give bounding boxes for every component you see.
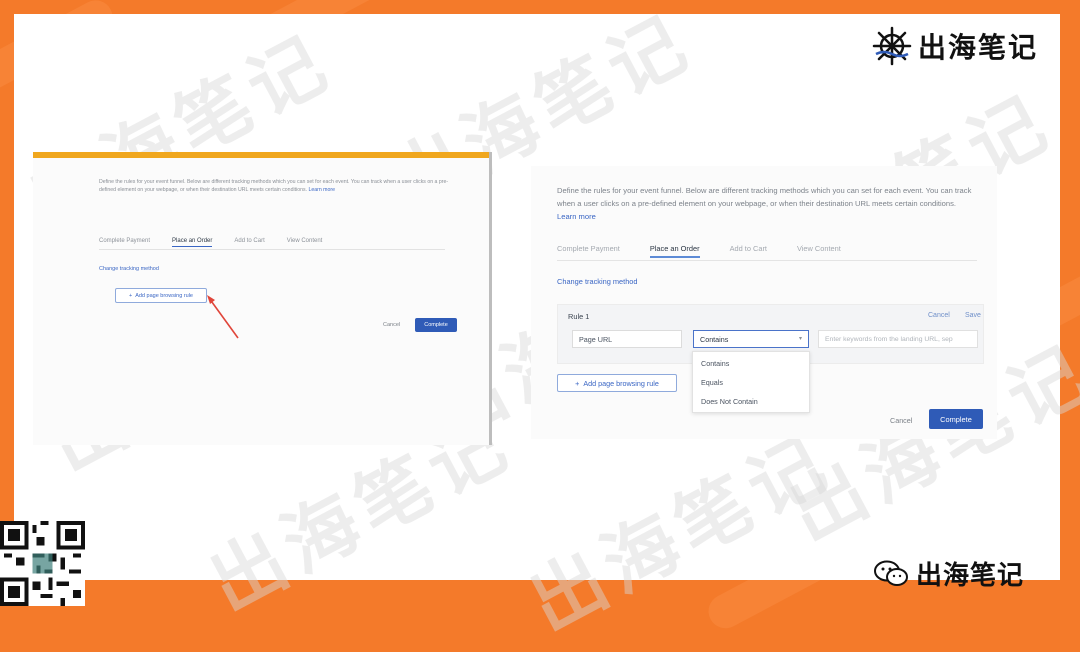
operator-select-value: Contains — [700, 334, 729, 344]
right-screenshot-panel: Define the rules for your event funnel. … — [531, 166, 997, 439]
add-rule-label: Add page browsing rule — [135, 292, 193, 299]
plus-icon: + — [128, 292, 133, 299]
option-equals[interactable]: Equals — [701, 378, 723, 387]
wechat-badge: 出海笔记 — [873, 555, 1024, 592]
red-arrow-icon — [207, 295, 239, 339]
tabs-divider — [557, 260, 977, 261]
tab-add-to-cart[interactable]: Add to Cart — [234, 238, 264, 247]
tab-place-an-order[interactable]: Place an Order — [649, 244, 700, 258]
event-tabs: Complete Payment Place an Order Add to C… — [99, 238, 322, 247]
watermark: 出海笔记 — [516, 418, 847, 649]
brand-logo: 出海笔记 — [872, 26, 1038, 66]
description-text: Define the rules for your event funnel. … — [557, 186, 972, 208]
tab-view-content[interactable]: View Content — [287, 238, 323, 247]
tab-view-content[interactable]: View Content — [797, 244, 841, 258]
cancel-button[interactable]: Cancel — [890, 416, 912, 425]
field-select-value: Page URL — [579, 334, 613, 344]
add-rule-label: Add page browsing rule — [583, 378, 659, 388]
complete-button[interactable]: Complete — [415, 318, 457, 332]
rule-cancel-link[interactable]: Cancel — [928, 312, 950, 319]
tab-add-to-cart[interactable]: Add to Cart — [730, 244, 767, 258]
tabs-divider — [99, 249, 445, 250]
wechat-icon — [873, 560, 908, 586]
field-select[interactable]: Page URL — [572, 330, 682, 348]
operator-select[interactable]: Contains ▾ — [693, 330, 809, 348]
tab-place-an-order[interactable]: Place an Order — [172, 238, 213, 247]
wechat-account-name: 出海笔记 — [915, 561, 1024, 591]
description-text: Define the rules for your event funnel. … — [99, 179, 449, 193]
option-does-not-contain[interactable]: Does Not Contain — [701, 397, 758, 406]
tab-complete-payment[interactable]: Complete Payment — [99, 238, 150, 247]
left-screenshot-panel: Define the rules for your event funnel. … — [33, 152, 492, 445]
learn-more-link[interactable]: Learn more — [557, 212, 596, 221]
slide-canvas: 出海笔记 出海笔记 出海笔记 出海笔记 出海笔记 出海笔记 出海笔记 出海笔记 … — [14, 0, 1080, 648]
chevron-down-icon: ▾ — [798, 336, 802, 342]
tab-complete-payment[interactable]: Complete Payment — [557, 244, 620, 258]
learn-more-link[interactable]: Learn more — [308, 187, 335, 193]
description: Define the rules for your event funnel. … — [557, 184, 977, 223]
change-tracking-method-link[interactable]: Change tracking method — [557, 277, 638, 286]
rule-title: Rule 1 — [568, 312, 590, 321]
description: Define the rules for your event funnel. … — [99, 178, 454, 194]
keyword-placeholder: Enter keywords from the landing URL, sep — [825, 335, 953, 343]
keyword-input[interactable]: Enter keywords from the landing URL, sep — [818, 330, 978, 348]
change-tracking-method-link[interactable]: Change tracking method — [99, 266, 159, 272]
logo-text: 出海笔记 — [917, 31, 1038, 64]
qr-code-icon — [0, 521, 85, 606]
top-bar — [33, 152, 489, 158]
add-page-browsing-rule-button[interactable]: + Add page browsing rule — [557, 374, 677, 392]
event-tabs: Complete Payment Place an Order Add to C… — [557, 244, 841, 258]
complete-button[interactable]: Complete — [929, 409, 983, 429]
add-page-browsing-rule-button[interactable]: + Add page browsing rule — [115, 288, 207, 303]
cancel-button[interactable]: Cancel — [383, 322, 400, 328]
rule-save-link[interactable]: Save — [965, 312, 981, 319]
ship-wheel-icon — [872, 26, 912, 66]
option-contains[interactable]: Contains — [701, 359, 729, 368]
plus-icon: + — [575, 378, 580, 388]
operator-dropdown-menu: Contains Equals Does Not Contain — [692, 351, 810, 413]
